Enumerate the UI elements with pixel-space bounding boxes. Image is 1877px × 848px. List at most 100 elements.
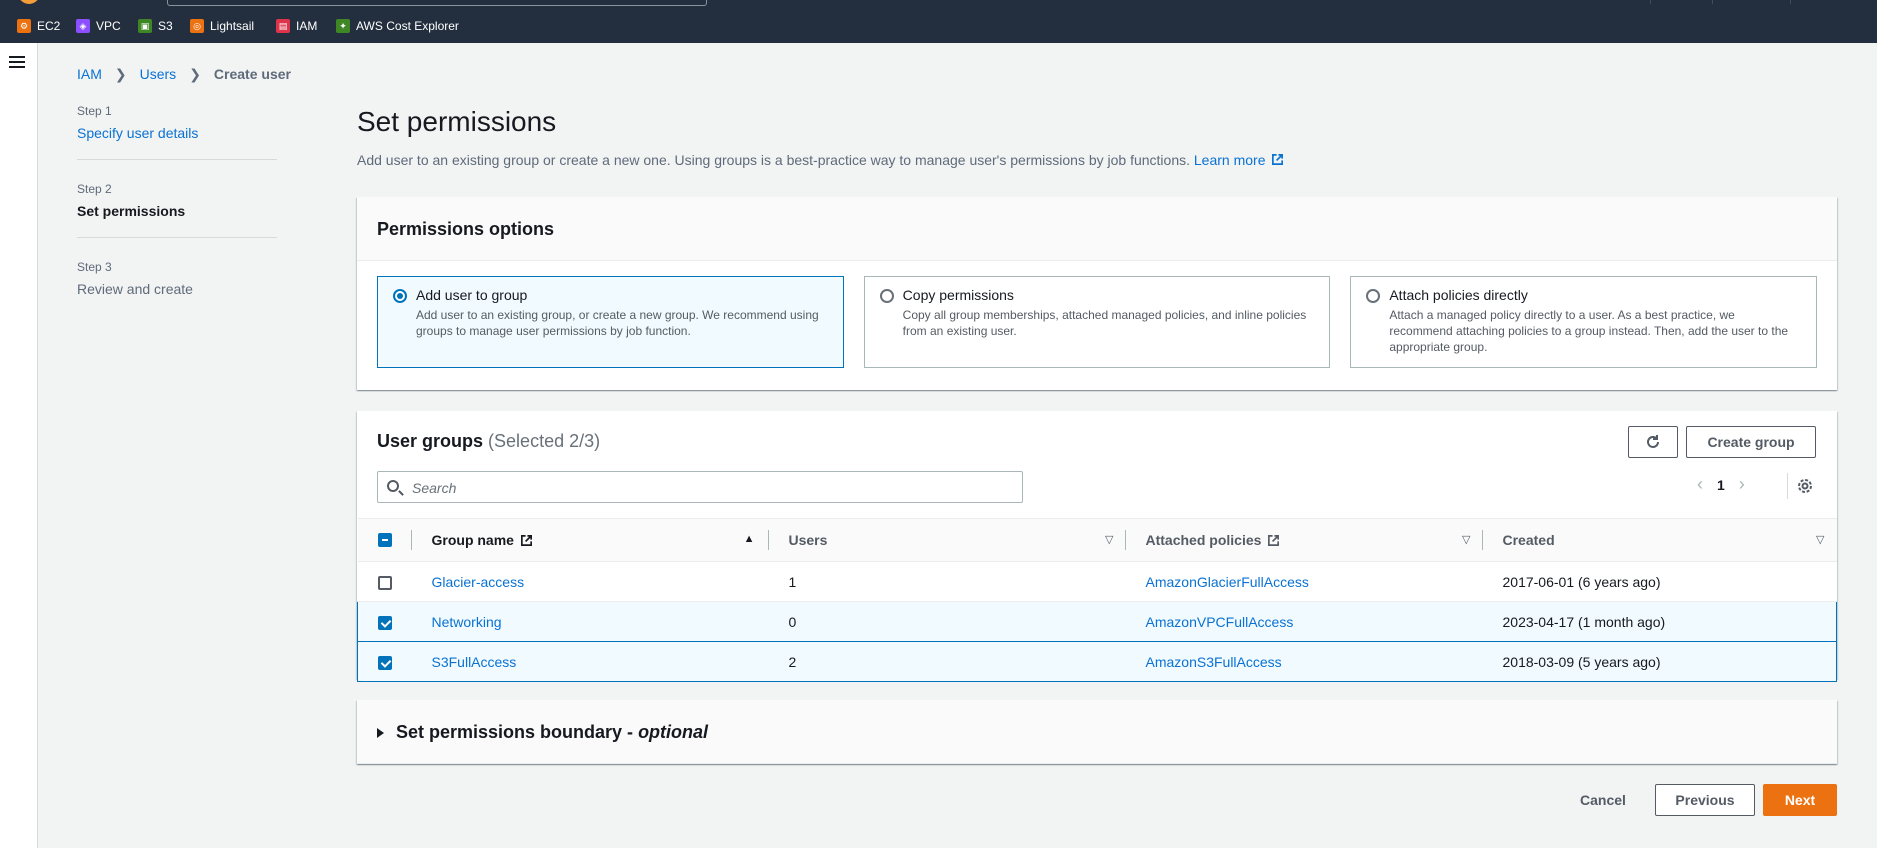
favorite-iam[interactable]: ▤ IAM: [276, 17, 317, 35]
s3-icon: ▣: [138, 19, 152, 33]
created-cell: 2023-04-17 (1 month ago): [1482, 601, 1837, 642]
global-search-field[interactable]: [167, 0, 707, 6]
next-button[interactable]: Next: [1763, 784, 1837, 816]
caret-right-icon: [377, 727, 384, 738]
refresh-button[interactable]: [1628, 426, 1678, 458]
favorite-label: AWS Cost Explorer: [356, 19, 459, 33]
side-navigation-rail: [0, 43, 38, 848]
policy-link[interactable]: AmazonS3FullAccess: [1146, 654, 1282, 670]
search-input[interactable]: [410, 479, 1010, 497]
iam-icon: ▤: [276, 19, 290, 33]
chevron-left-icon[interactable]: ‹: [1697, 474, 1703, 495]
menu-icon[interactable]: [9, 55, 25, 69]
select-all-header: [357, 518, 412, 562]
option-add-user-to-group[interactable]: Add user to group Add user to an existin…: [377, 276, 844, 368]
column-label: Created: [1502, 532, 1555, 548]
search-field[interactable]: [377, 471, 1023, 503]
step-1-link[interactable]: Specify user details: [77, 125, 277, 143]
favorite-lightsail[interactable]: ◎ Lightsail: [190, 17, 254, 35]
chevron-right-icon[interactable]: ›: [1739, 474, 1745, 495]
boundary-title: Set permissions boundary -: [396, 722, 639, 742]
radio-button-selected[interactable]: [393, 289, 407, 303]
policy-link[interactable]: AmazonGlacierFullAccess: [1146, 574, 1309, 590]
table-row[interactable]: S3FullAccess 2 AmazonS3FullAccess 2018-0…: [357, 641, 1837, 682]
create-group-button[interactable]: Create group: [1686, 426, 1816, 458]
table-row[interactable]: Glacier-access 1 AmazonGlacierFullAccess…: [357, 561, 1837, 602]
page-description-text: Add user to an existing group or create …: [357, 152, 1190, 168]
step-number: Step 3: [77, 260, 112, 274]
breadcrumb-current: Create user: [213, 66, 291, 82]
cost-explorer-icon: ✦: [336, 19, 350, 33]
column-attached-policies[interactable]: Attached policies ▽: [1125, 518, 1483, 562]
policy-cell: AmazonVPCFullAccess: [1125, 601, 1483, 642]
pagination: ‹ 1 ›: [1697, 474, 1745, 495]
option-title: Add user to group: [416, 287, 528, 303]
users-cell: 2: [768, 641, 1126, 682]
sort-ascending-icon[interactable]: ▲: [744, 533, 755, 545]
vpc-icon: ◈: [76, 19, 90, 33]
group-name-link[interactable]: Networking: [432, 614, 502, 630]
select-all-checkbox[interactable]: [377, 533, 392, 547]
boundary-optional-label: optional: [638, 722, 709, 742]
breadcrumb-users[interactable]: Users: [140, 66, 177, 82]
option-description: Copy all group memberships, attached man…: [902, 308, 1307, 338]
favorite-vpc[interactable]: ◈ VPC: [76, 17, 121, 35]
topbar-divider: [1712, 0, 1713, 4]
breadcrumb: IAM ❯ Users ❯ Create user: [77, 65, 291, 83]
group-name-link[interactable]: Glacier-access: [432, 574, 525, 590]
column-label: Group name: [431, 532, 514, 548]
policy-link[interactable]: AmazonVPCFullAccess: [1146, 614, 1294, 630]
row-checkbox[interactable]: [378, 655, 392, 670]
cancel-button[interactable]: Cancel: [1568, 784, 1638, 816]
favorite-s3[interactable]: ▣ S3: [138, 17, 173, 35]
radio-button[interactable]: [879, 289, 894, 303]
row-select-cell: [357, 641, 412, 682]
permissions-boundary-toggle[interactable]: Set permissions boundary - optional: [377, 722, 708, 743]
favorite-cost-explorer[interactable]: ✦ AWS Cost Explorer: [336, 17, 459, 35]
ec2-icon: ⚙: [17, 19, 31, 33]
sort-icon[interactable]: ▽: [1105, 533, 1113, 546]
wizard-steps: Step 1 Specify user details Step 2 Set p…: [77, 104, 277, 299]
table-row[interactable]: Networking 0 AmazonVPCFullAccess 2023-04…: [357, 601, 1837, 642]
option-copy-permissions[interactable]: Copy permissions Copy all group membersh…: [863, 276, 1331, 368]
column-users[interactable]: Users ▽: [768, 518, 1126, 562]
column-created[interactable]: Created ▽: [1482, 518, 1837, 562]
step-2: Step 2 Set permissions: [77, 182, 277, 221]
favorite-label: EC2: [37, 19, 61, 33]
user-groups-title: User groups (Selected 2/3): [377, 431, 600, 452]
column-label: Users: [788, 532, 828, 548]
sort-icon[interactable]: ▽: [1462, 533, 1470, 546]
user-groups-heading: User groups: [377, 431, 484, 451]
pagination-divider: [1787, 473, 1788, 499]
favorite-label: Lightsail: [210, 19, 255, 33]
option-title: Copy permissions: [902, 287, 1014, 303]
previous-button[interactable]: Previous: [1655, 784, 1755, 816]
users-cell: 0: [768, 601, 1126, 642]
breadcrumb-iam[interactable]: IAM: [77, 66, 102, 82]
group-name-cell: Glacier-access: [411, 561, 769, 602]
search-icon: [387, 480, 399, 492]
aws-logo[interactable]: [18, 0, 40, 4]
group-name-cell: Networking: [411, 601, 769, 642]
learn-more-link[interactable]: Learn more: [1194, 152, 1285, 168]
favorite-ec2[interactable]: ⚙ EC2: [17, 17, 60, 35]
sort-icon[interactable]: ▽: [1816, 533, 1824, 546]
page-description: Add user to an existing group or create …: [357, 152, 1284, 168]
group-name-link[interactable]: S3FullAccess: [432, 654, 517, 670]
radio-button[interactable]: [1366, 289, 1381, 303]
option-description: Add user to an existing group, or create…: [416, 308, 819, 338]
row-select-cell: [357, 561, 412, 602]
row-checkbox[interactable]: [378, 615, 392, 630]
gear-icon[interactable]: [1794, 475, 1816, 497]
column-group-name[interactable]: Group name ▲: [411, 518, 769, 562]
row-checkbox[interactable]: [377, 575, 392, 590]
group-name-cell: S3FullAccess: [411, 641, 769, 682]
step-number: Step 2: [77, 182, 112, 196]
selected-count: (Selected 2/3): [488, 431, 601, 451]
chevron-right-icon: ❯: [114, 65, 127, 82]
option-attach-policies-directly[interactable]: Attach policies directly Attach a manage…: [1350, 276, 1818, 368]
topbar-divider: [1650, 0, 1651, 4]
page-number[interactable]: 1: [1717, 477, 1725, 493]
step-1: Step 1 Specify user details: [77, 104, 277, 143]
step-number: Step 1: [77, 104, 112, 118]
